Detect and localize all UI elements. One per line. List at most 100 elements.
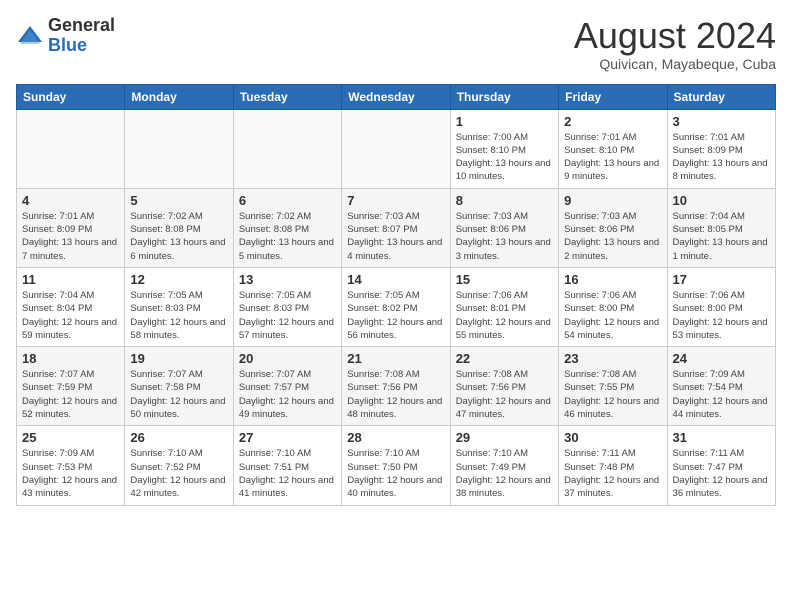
day-info: Sunrise: 7:10 AM Sunset: 7:52 PM Dayligh… <box>130 447 227 500</box>
calendar-cell: 3Sunrise: 7:01 AM Sunset: 8:09 PM Daylig… <box>667 109 775 188</box>
day-info: Sunrise: 7:05 AM Sunset: 8:02 PM Dayligh… <box>347 289 444 342</box>
day-number: 21 <box>347 351 444 366</box>
day-info: Sunrise: 7:01 AM Sunset: 8:09 PM Dayligh… <box>22 210 119 263</box>
calendar-cell: 21 Sunrise: 7:08 AM Sunset: 7:56 PM Dayli… <box>342 347 450 426</box>
calendar-cell: 19 Sunrise: 7:07 AM Sunset: 7:58 PM Dayli… <box>125 347 233 426</box>
day-info: Sunrise: 7:02 AM Sunset: 8:08 PM Dayligh… <box>130 210 227 263</box>
day-info: Sunrise: 7:03 AM Sunset: 8:06 PM Dayligh… <box>564 210 661 263</box>
calendar-header-wednesday: Wednesday <box>342 84 450 109</box>
title-area: August 2024 Quivican, Mayabeque, Cuba <box>574 16 776 72</box>
day-number: 15 <box>456 272 553 287</box>
day-number: 11 <box>22 272 119 287</box>
calendar-cell: 18 Sunrise: 7:07 AM Sunset: 7:59 PM Dayli… <box>17 347 125 426</box>
day-number: 31 <box>673 430 770 445</box>
logo-text: General Blue <box>48 16 115 56</box>
calendar-cell: 26 Sunrise: 7:10 AM Sunset: 7:52 PM Dayli… <box>125 426 233 505</box>
day-number: 14 <box>347 272 444 287</box>
page-header: General Blue August 2024 Quivican, Mayab… <box>16 16 776 72</box>
calendar-cell: 23 Sunrise: 7:08 AM Sunset: 7:55 PM Dayli… <box>559 347 667 426</box>
day-number: 4 <box>22 193 119 208</box>
day-info: Sunrise: 7:02 AM Sunset: 8:08 PM Dayligh… <box>239 210 336 263</box>
calendar-cell <box>342 109 450 188</box>
day-number: 7 <box>347 193 444 208</box>
day-number: 12 <box>130 272 227 287</box>
calendar-cell: 17Sunrise: 7:06 AM Sunset: 8:00 PM Dayli… <box>667 267 775 346</box>
calendar-week-row: 1 Sunrise: 7:00 AM Sunset: 8:10 PM Daylig… <box>17 109 776 188</box>
day-number: 23 <box>564 351 661 366</box>
calendar-header-saturday: Saturday <box>667 84 775 109</box>
calendar-cell: 2Sunrise: 7:01 AM Sunset: 8:10 PM Daylig… <box>559 109 667 188</box>
day-number: 3 <box>673 114 770 129</box>
calendar-cell: 29 Sunrise: 7:10 AM Sunset: 7:49 PM Dayli… <box>450 426 558 505</box>
calendar-week-row: 18 Sunrise: 7:07 AM Sunset: 7:59 PM Dayli… <box>17 347 776 426</box>
day-info: Sunrise: 7:10 AM Sunset: 7:51 PM Dayligh… <box>239 447 336 500</box>
day-number: 18 <box>22 351 119 366</box>
day-number: 13 <box>239 272 336 287</box>
logo-general-text: General <box>48 16 115 36</box>
day-info: Sunrise: 7:04 AM Sunset: 8:04 PM Dayligh… <box>22 289 119 342</box>
calendar-cell: 25 Sunrise: 7:09 AM Sunset: 7:53 PM Dayli… <box>17 426 125 505</box>
day-number: 26 <box>130 430 227 445</box>
calendar-cell: 30Sunrise: 7:11 AM Sunset: 7:48 PM Dayli… <box>559 426 667 505</box>
calendar-cell: 5 Sunrise: 7:02 AM Sunset: 8:08 PM Daylig… <box>125 188 233 267</box>
calendar-cell: 12 Sunrise: 7:05 AM Sunset: 8:03 PM Dayli… <box>125 267 233 346</box>
day-number: 27 <box>239 430 336 445</box>
day-number: 17 <box>673 272 770 287</box>
day-info: Sunrise: 7:04 AM Sunset: 8:05 PM Dayligh… <box>673 210 770 263</box>
day-info: Sunrise: 7:06 AM Sunset: 8:01 PM Dayligh… <box>456 289 553 342</box>
day-info: Sunrise: 7:10 AM Sunset: 7:50 PM Dayligh… <box>347 447 444 500</box>
day-info: Sunrise: 7:05 AM Sunset: 8:03 PM Dayligh… <box>239 289 336 342</box>
calendar-week-row: 25 Sunrise: 7:09 AM Sunset: 7:53 PM Dayli… <box>17 426 776 505</box>
calendar-header-thursday: Thursday <box>450 84 558 109</box>
day-info: Sunrise: 7:07 AM Sunset: 7:59 PM Dayligh… <box>22 368 119 421</box>
day-info: Sunrise: 7:09 AM Sunset: 7:54 PM Dayligh… <box>673 368 770 421</box>
calendar-cell: 10 Sunrise: 7:04 AM Sunset: 8:05 PM Dayli… <box>667 188 775 267</box>
calendar-cell: 24 Sunrise: 7:09 AM Sunset: 7:54 PM Dayli… <box>667 347 775 426</box>
calendar-header-friday: Friday <box>559 84 667 109</box>
day-info: Sunrise: 7:07 AM Sunset: 7:58 PM Dayligh… <box>130 368 227 421</box>
logo-icon <box>16 22 44 50</box>
month-title: August 2024 <box>574 16 776 56</box>
calendar-cell: 20Sunrise: 7:07 AM Sunset: 7:57 PM Dayli… <box>233 347 341 426</box>
day-number: 25 <box>22 430 119 445</box>
day-number: 10 <box>673 193 770 208</box>
calendar-week-row: 11 Sunrise: 7:04 AM Sunset: 8:04 PM Dayli… <box>17 267 776 346</box>
day-info: Sunrise: 7:07 AM Sunset: 7:57 PM Dayligh… <box>239 368 336 421</box>
day-number: 24 <box>673 351 770 366</box>
day-number: 5 <box>130 193 227 208</box>
day-info: Sunrise: 7:06 AM Sunset: 8:00 PM Dayligh… <box>564 289 661 342</box>
logo: General Blue <box>16 16 115 56</box>
calendar-header-monday: Monday <box>125 84 233 109</box>
day-number: 22 <box>456 351 553 366</box>
calendar-cell <box>233 109 341 188</box>
calendar-header-sunday: Sunday <box>17 84 125 109</box>
calendar-cell: 1 Sunrise: 7:00 AM Sunset: 8:10 PM Daylig… <box>450 109 558 188</box>
calendar-cell: 8Sunrise: 7:03 AM Sunset: 8:06 PM Daylig… <box>450 188 558 267</box>
day-number: 19 <box>130 351 227 366</box>
day-info: Sunrise: 7:00 AM Sunset: 8:10 PM Dayligh… <box>456 131 553 184</box>
day-number: 28 <box>347 430 444 445</box>
calendar-week-row: 4 Sunrise: 7:01 AM Sunset: 8:09 PM Daylig… <box>17 188 776 267</box>
day-info: Sunrise: 7:09 AM Sunset: 7:53 PM Dayligh… <box>22 447 119 500</box>
calendar-cell: 11 Sunrise: 7:04 AM Sunset: 8:04 PM Dayli… <box>17 267 125 346</box>
day-info: Sunrise: 7:10 AM Sunset: 7:49 PM Dayligh… <box>456 447 553 500</box>
calendar-cell: 15 Sunrise: 7:06 AM Sunset: 8:01 PM Dayli… <box>450 267 558 346</box>
day-number: 29 <box>456 430 553 445</box>
calendar-cell: 7Sunrise: 7:03 AM Sunset: 8:07 PM Daylig… <box>342 188 450 267</box>
calendar-cell: 28 Sunrise: 7:10 AM Sunset: 7:50 PM Dayli… <box>342 426 450 505</box>
day-info: Sunrise: 7:03 AM Sunset: 8:06 PM Dayligh… <box>456 210 553 263</box>
calendar-cell <box>17 109 125 188</box>
calendar-cell: 4 Sunrise: 7:01 AM Sunset: 8:09 PM Daylig… <box>17 188 125 267</box>
day-info: Sunrise: 7:11 AM Sunset: 7:47 PM Dayligh… <box>673 447 770 500</box>
calendar-cell: 14 Sunrise: 7:05 AM Sunset: 8:02 PM Dayli… <box>342 267 450 346</box>
calendar-cell <box>125 109 233 188</box>
logo-blue-text: Blue <box>48 36 115 56</box>
location-subtitle: Quivican, Mayabeque, Cuba <box>574 56 776 72</box>
calendar-table: SundayMondayTuesdayWednesdayThursdayFrid… <box>16 84 776 506</box>
day-number: 1 <box>456 114 553 129</box>
calendar-cell: 6Sunrise: 7:02 AM Sunset: 8:08 PM Daylig… <box>233 188 341 267</box>
day-info: Sunrise: 7:05 AM Sunset: 8:03 PM Dayligh… <box>130 289 227 342</box>
calendar-cell: 9Sunrise: 7:03 AM Sunset: 8:06 PM Daylig… <box>559 188 667 267</box>
day-info: Sunrise: 7:08 AM Sunset: 7:56 PM Dayligh… <box>347 368 444 421</box>
day-info: Sunrise: 7:08 AM Sunset: 7:55 PM Dayligh… <box>564 368 661 421</box>
